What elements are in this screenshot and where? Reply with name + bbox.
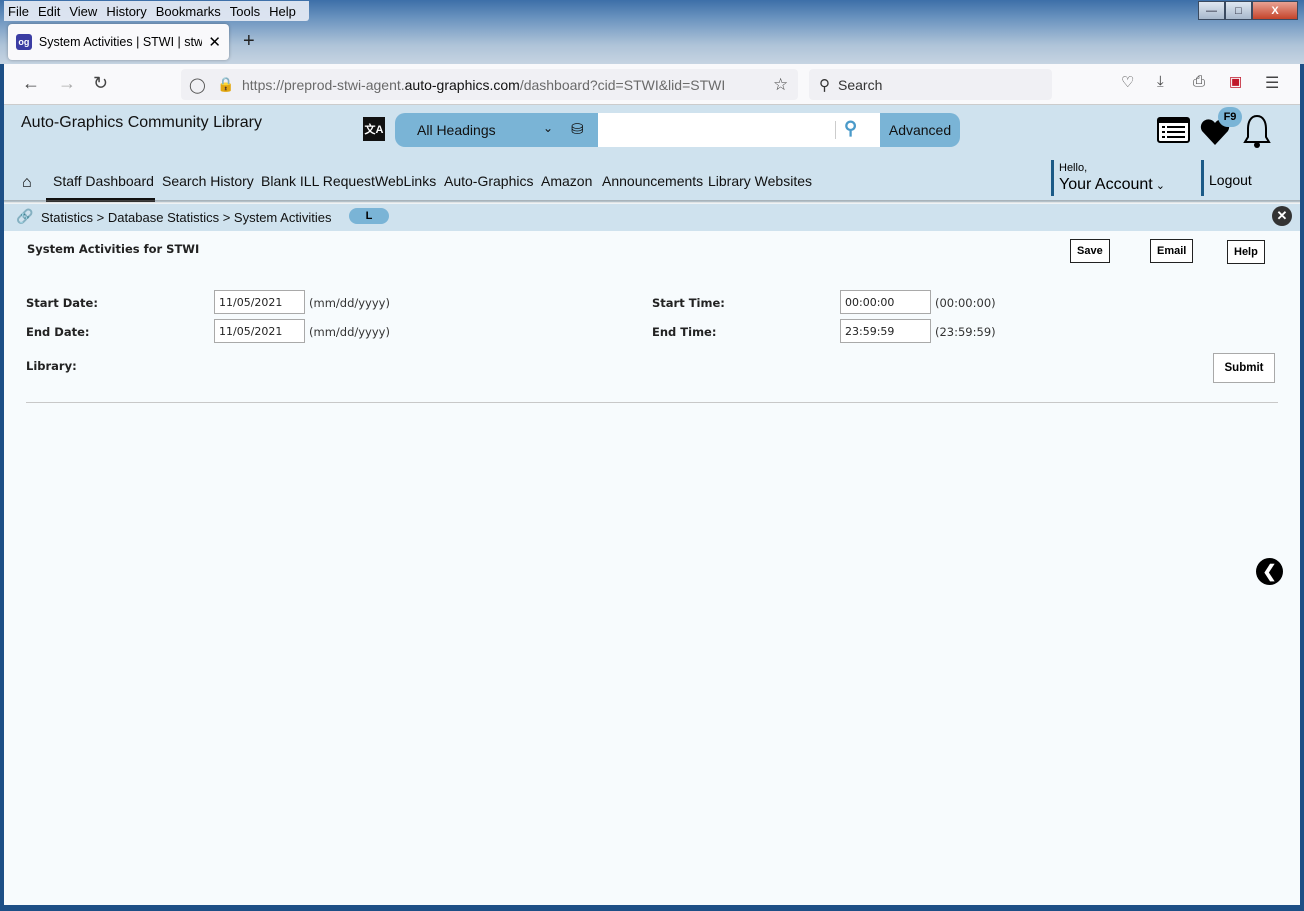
minimize-button[interactable]: — [1198, 1, 1225, 20]
end-date-label: End Date: [26, 325, 90, 339]
app-content: Auto-Graphics Community Library 文A All H… [4, 105, 1300, 905]
divider [26, 402, 1278, 403]
save-button[interactable]: Save [1070, 239, 1110, 263]
extension-icon[interactable]: ▣ [1229, 73, 1242, 90]
browser-toolbar: ← → ↻ ◯ 🔒 https://preprod-stwi-agent.aut… [4, 64, 1300, 105]
search-scope-value: All Headings [417, 122, 496, 138]
menu-bookmarks[interactable]: Bookmarks [156, 4, 221, 19]
list-icon[interactable] [1157, 117, 1190, 143]
start-time-label: Start Time: [652, 296, 725, 310]
start-date-input[interactable] [214, 290, 305, 314]
window-titlebar: File Edit View History Bookmarks Tools H… [0, 0, 1304, 64]
tab-close-icon[interactable]: ✕ [208, 33, 221, 51]
end-time-input[interactable] [840, 319, 931, 343]
hello-label: Hello, [1059, 162, 1088, 174]
menu-tools[interactable]: Tools [230, 4, 260, 19]
logout-divider [1201, 160, 1204, 196]
favorites-badge: F9 [1218, 107, 1242, 127]
nav-blank-ill-request[interactable]: Blank ILL Request [261, 173, 375, 189]
catalog-search: All Headings ⌄ ⛁ ⚲ Advanced [395, 113, 960, 147]
search-placeholder: Search [838, 76, 883, 93]
maximize-button[interactable]: □ [1225, 1, 1252, 20]
chevron-down-icon: ⌄ [543, 121, 554, 135]
advanced-search-button[interactable]: Advanced [880, 113, 960, 147]
breadcrumb[interactable]: Statistics > Database Statistics > Syste… [41, 210, 331, 225]
window-close-button[interactable]: X [1252, 1, 1298, 20]
start-time-input[interactable] [840, 290, 931, 314]
favicon-icon: og [16, 34, 32, 50]
page-title: System Activities for STWI [27, 242, 200, 256]
menu-bar: File Edit View History Bookmarks Tools H… [4, 1, 309, 21]
end-date-hint: (mm/dd/yyyy) [309, 325, 390, 339]
reload-icon[interactable]: ↻ [93, 73, 108, 94]
search-button-icon[interactable]: ⚲ [844, 118, 857, 139]
nav-staff-dashboard[interactable]: Staff Dashboard [53, 173, 154, 189]
menu-help[interactable]: Help [269, 4, 296, 19]
logout-link[interactable]: Logout [1209, 172, 1252, 188]
search-scope-select[interactable]: All Headings ⌄ ⛁ [395, 113, 598, 147]
menu-history[interactable]: History [106, 4, 146, 19]
account-label: Your Account [1059, 176, 1153, 193]
end-date-input[interactable] [214, 319, 305, 343]
breadcrumb-bar: 🔗 Statistics > Database Statistics > Sys… [4, 204, 1300, 231]
url-suffix: /dashboard?cid=STWI&lid=STWI [519, 76, 726, 93]
browser-search-input[interactable]: ⚲ Search [809, 69, 1052, 100]
start-time-hint: (00:00:00) [935, 296, 996, 310]
pocket-icon[interactable]: ♡ [1121, 73, 1134, 91]
nav-amazon[interactable]: Amazon [541, 173, 592, 189]
lock-icon[interactable]: 🔒 [217, 76, 234, 93]
forward-icon[interactable]: → [58, 73, 76, 94]
library-name: Auto-Graphics Community Library [21, 114, 262, 131]
help-button[interactable]: Help [1227, 240, 1265, 264]
end-time-hint: (23:59:59) [935, 325, 996, 339]
url-text[interactable]: https://preprod-stwi-agent.auto-graphics… [242, 77, 725, 93]
nav-announcements[interactable]: Announcements [602, 173, 703, 189]
back-icon[interactable]: ← [22, 73, 40, 94]
bookmark-star-icon[interactable]: ☆ [773, 75, 788, 95]
nav-library-websites[interactable]: Library Websites [708, 173, 812, 189]
menu-edit[interactable]: Edit [38, 4, 60, 19]
url-prefix: https://preprod-stwi-agent. [242, 76, 405, 93]
search-icon: ⚲ [819, 76, 830, 94]
shield-icon[interactable]: ◯ [189, 76, 206, 94]
app-header: Auto-Graphics Community Library 文A All H… [4, 105, 1300, 202]
chevron-left-icon[interactable]: ❮ [1256, 558, 1283, 585]
download-icon[interactable]: ⤓ [1157, 73, 1164, 90]
l-pill-button[interactable]: L [349, 208, 389, 224]
database-icon[interactable]: ⛁ [571, 120, 584, 138]
menu-view[interactable]: View [69, 4, 97, 19]
window-controls: — □ X [1198, 1, 1298, 20]
menu-file[interactable]: File [8, 4, 29, 19]
print-icon[interactable]: ⎙ [1193, 73, 1205, 90]
url-domain: auto-graphics.com [404, 76, 520, 93]
hamburger-menu-icon[interactable]: ☰ [1265, 73, 1279, 93]
catalog-search-input[interactable] [598, 113, 880, 147]
submit-button[interactable]: Submit [1213, 353, 1275, 383]
link-icon: 🔗 [16, 208, 34, 224]
account-divider [1051, 160, 1054, 196]
new-tab-button[interactable]: + [243, 30, 255, 53]
translate-icon[interactable]: 文A [363, 117, 385, 141]
browser-tab[interactable]: og System Activities | STWI | stwi | Aut… [8, 24, 229, 60]
close-icon[interactable]: ✕ [1272, 206, 1292, 226]
start-date-label: Start Date: [26, 296, 98, 310]
nav-search-history[interactable]: Search History [162, 173, 254, 189]
search-divider [835, 121, 836, 139]
home-icon[interactable]: ⌂ [22, 174, 32, 192]
library-label: Library: [26, 359, 77, 373]
tab-title: System Activities | STWI | stwi | Auto-G… [38, 35, 203, 49]
email-button[interactable]: Email [1150, 239, 1194, 263]
account-menu[interactable]: Your Account ⌄ [1059, 176, 1165, 194]
bell-icon[interactable] [1242, 113, 1272, 149]
end-time-label: End Time: [652, 325, 717, 339]
chevron-down-icon: ⌄ [1152, 180, 1165, 192]
start-date-hint: (mm/dd/yyyy) [309, 296, 390, 310]
url-bar[interactable]: ◯ 🔒 https://preprod-stwi-agent.auto-grap… [181, 69, 798, 100]
nav-auto-graphics[interactable]: Auto-Graphics [444, 173, 533, 189]
nav-weblinks[interactable]: WebLinks [375, 173, 436, 189]
